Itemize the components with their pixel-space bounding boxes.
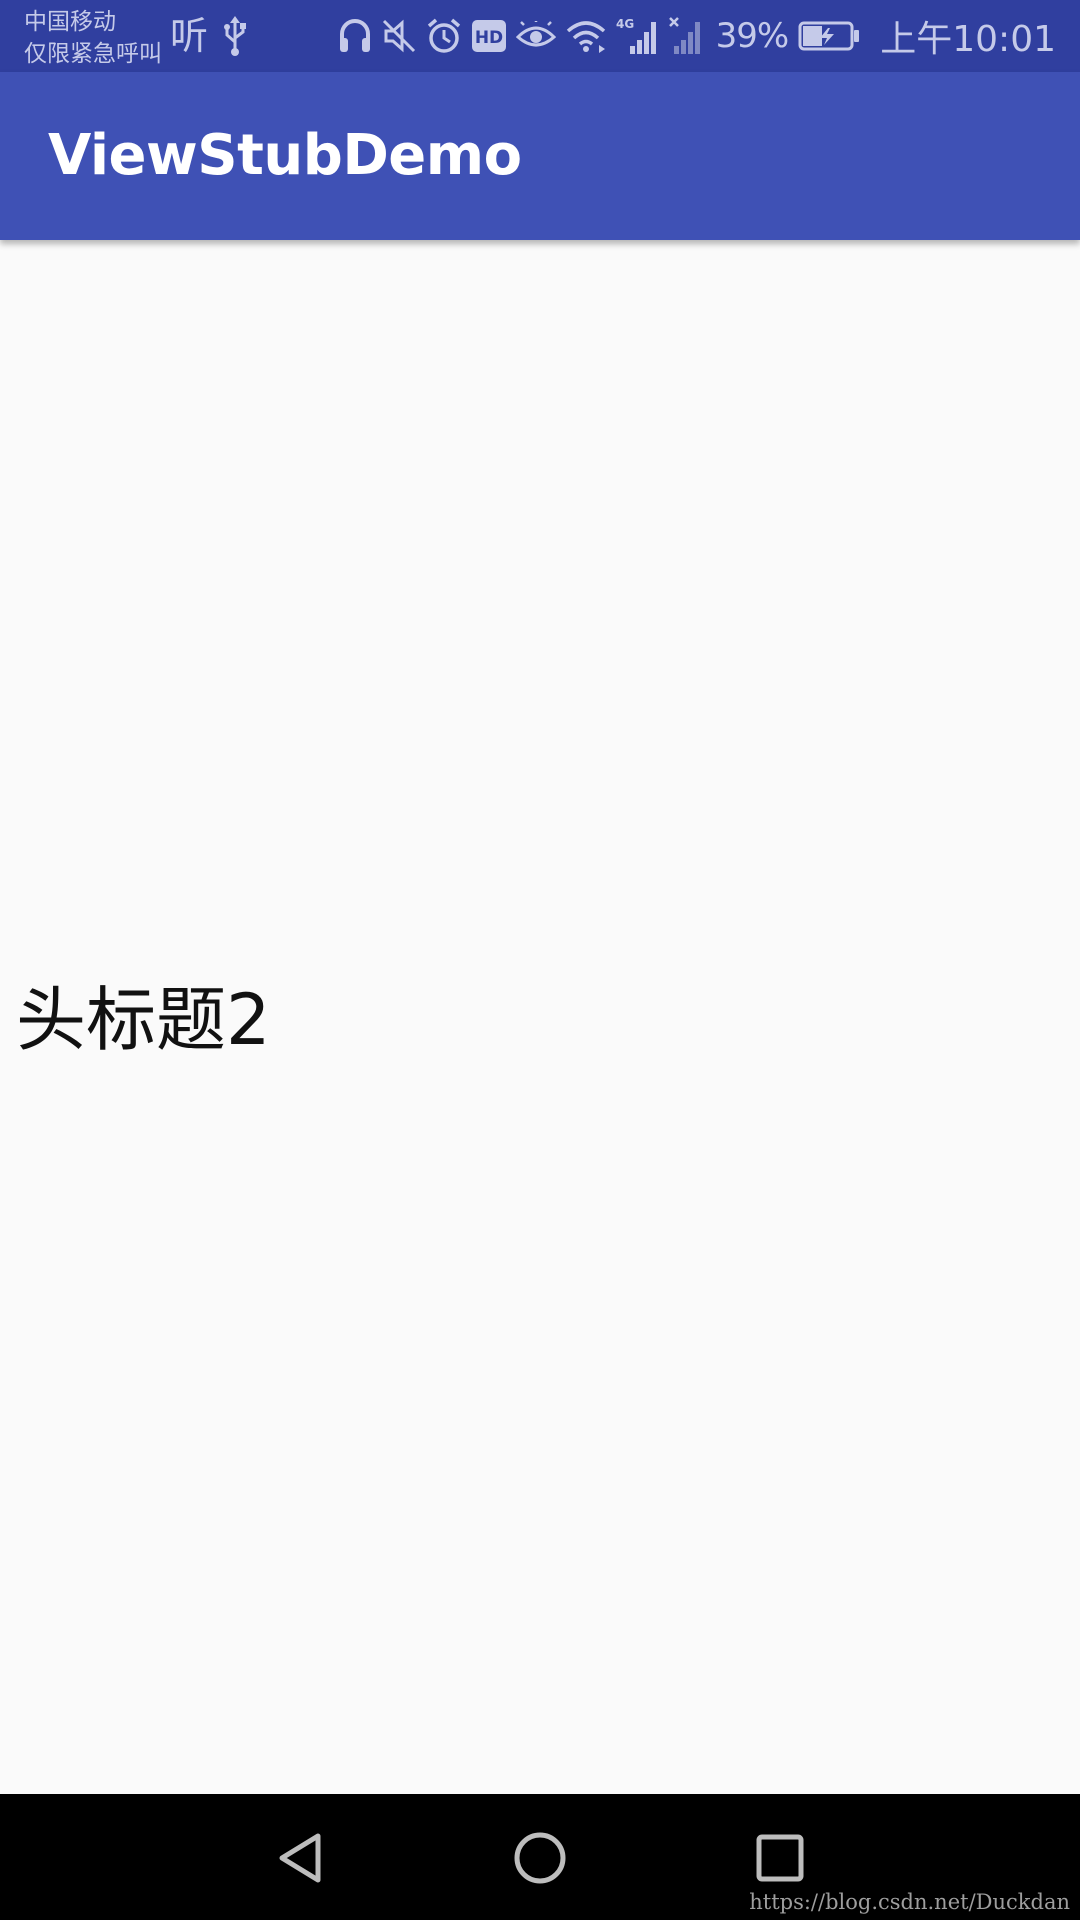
app-toolbar: ViewStubDemo (0, 72, 1080, 240)
carrier-name: 中国移动 (24, 9, 116, 35)
status-left-icons: 听 (170, 14, 248, 58)
carrier-info: 中国移动 仅限紧急呼叫 (24, 6, 162, 70)
battery-charging-icon (798, 21, 860, 51)
navigation-bar: https://blog.csdn.net/Duckdan (0, 1794, 1080, 1920)
app-title: ViewStubDemo (48, 123, 522, 188)
usb-icon (222, 16, 248, 56)
watermark-url: https://blog.csdn.net/Duckdan (749, 1890, 1070, 1914)
phone-screen: 中国移动 仅限紧急呼叫 听 HD 4G 39% 上午10:01 ViewStub… (0, 0, 1080, 1920)
status-bar: 中国移动 仅限紧急呼叫 听 HD 4G 39% 上午10:01 (0, 0, 1080, 72)
alarm-icon (426, 17, 462, 55)
status-clock: 上午10:01 (880, 19, 1056, 60)
headset-icon (338, 17, 372, 55)
status-right-icons: HD 4G 39% 上午10:01 (338, 0, 1056, 72)
hd-label: HD (475, 28, 503, 48)
mute-icon (382, 17, 416, 55)
hd-icon: HD (471, 20, 506, 52)
ting-icon: 听 (170, 14, 209, 58)
emergency-only-label: 仅限紧急呼叫 (24, 41, 162, 67)
home-circle-icon (514, 1832, 566, 1884)
wifi-icon (566, 19, 606, 53)
back-button[interactable] (264, 1822, 336, 1894)
main-content: 头标题2 (0, 240, 1080, 1794)
recents-button[interactable] (744, 1822, 816, 1894)
signal-no-sim-icon (668, 16, 706, 56)
home-button[interactable] (504, 1822, 576, 1894)
back-triangle-icon (279, 1833, 321, 1883)
inflated-stub-title: 头标题2 (16, 979, 271, 1061)
eye-comfort-icon (515, 21, 556, 51)
signal-4g-icon: 4G (616, 16, 658, 56)
network-type-label: 4G (616, 17, 634, 31)
recents-square-icon (756, 1834, 804, 1882)
battery-percent: 39% (715, 16, 790, 56)
